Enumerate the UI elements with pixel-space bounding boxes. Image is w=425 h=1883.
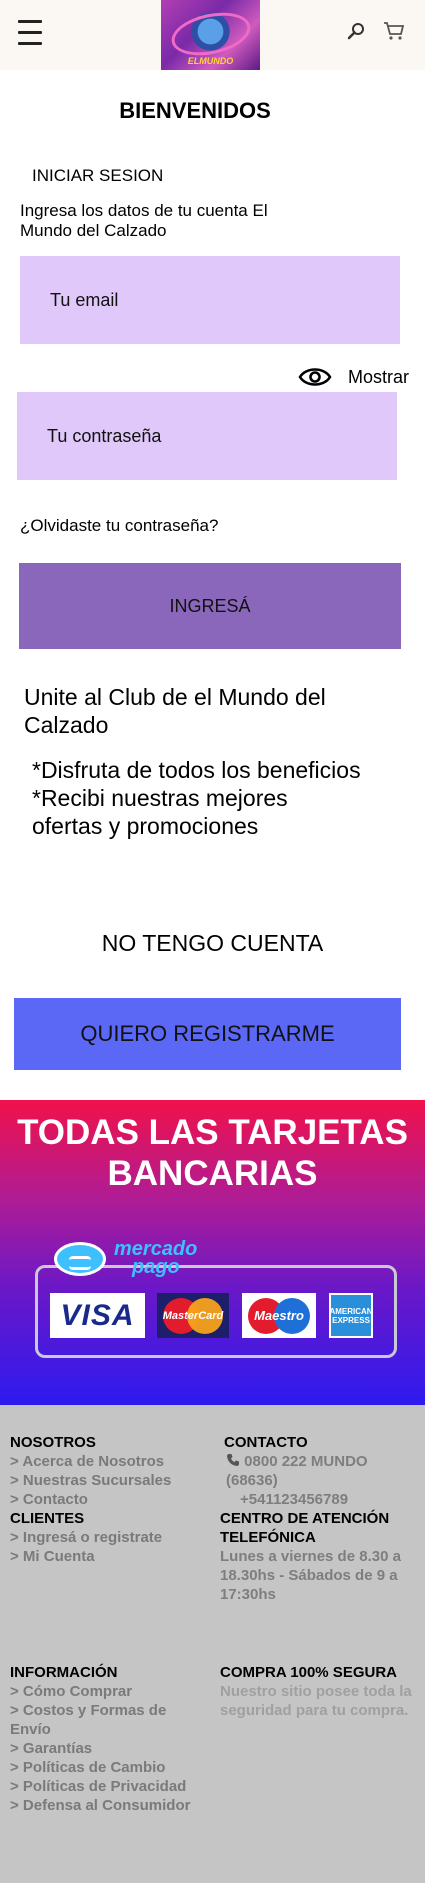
login-description: Ingresa los datos de tu cuenta El Mundo …	[20, 201, 268, 240]
footer-phone-number: 0800 222 MUNDO (68636)	[226, 1453, 368, 1489]
handshake-icon	[54, 1242, 106, 1276]
footer-heading-atencion: CENTRO DE ATENCIÓN TELEFÓNICA	[220, 1510, 390, 1546]
footer-heading-contacto: CONTACTO	[224, 1434, 308, 1451]
footer-link-ingresa[interactable]: > Ingresá o registrate	[10, 1528, 210, 1547]
maestro-text: Maestro	[254, 1308, 304, 1323]
register-button[interactable]: QUIERO REGISTRARME	[14, 998, 401, 1070]
footer-link-consumidor[interactable]: > Defensa al Consumidor	[10, 1796, 210, 1815]
footer-link-acerca[interactable]: > Acerca de Nosotros	[10, 1452, 210, 1471]
no-account-label: NO TENGO CUENTA	[101, 930, 324, 956]
top-bar: ELMUNDO	[0, 0, 425, 70]
footer-heading-compra: COMPRA 100% SEGURA	[220, 1664, 397, 1681]
club-benefits: *Disfruta de todos los beneficios *Recib…	[32, 756, 362, 840]
login-button[interactable]: INGRESÁ	[19, 563, 401, 649]
club-title: Unite al Club de el Mundo del Calzado	[24, 684, 326, 738]
footer-link-contacto[interactable]: > Contacto	[10, 1490, 210, 1509]
footer-phone[interactable]: 0800 222 MUNDO (68636)	[220, 1452, 415, 1490]
footer-link-garantias[interactable]: > Garantías	[10, 1739, 210, 1758]
footer-compra-segura: COMPRA 100% SEGURA Nuestro sitio posee t…	[220, 1663, 420, 1720]
benefit-item: *Disfruta de todos los beneficios	[32, 757, 361, 783]
footer-link-privacidad[interactable]: > Políticas de Privacidad	[10, 1777, 210, 1796]
payment-banner-title: TODAS LAS TARJETAS BANCARIAS	[17, 1113, 408, 1193]
footer-hours: Lunes a viernes de 8.30 a 18.30hs - Sába…	[220, 1548, 401, 1603]
footer-phone-2: +541123456789	[240, 1491, 349, 1508]
footer-heading-informacion: INFORMACIÓN	[10, 1664, 118, 1681]
mastercard-text: MasterCard	[162, 1309, 224, 1322]
search-icon[interactable]	[347, 22, 365, 40]
footer-link-envio[interactable]: > Costos y Formas de Envío	[10, 1701, 210, 1739]
email-placeholder: Tu email	[50, 289, 119, 310]
phone-icon	[227, 1454, 239, 1466]
page-title: BIENVENIDOS	[119, 98, 271, 123]
footer-compra-text: Nuestro sitio posee toda la seguridad pa…	[220, 1683, 412, 1719]
password-field[interactable]: Tu contraseña	[17, 392, 397, 480]
forgot-password-link[interactable]: ¿Olvidaste tu contraseña?	[20, 516, 218, 536]
payment-banner: TODAS LAS TARJETAS BANCARIAS mercado pag…	[0, 1100, 425, 1405]
menu-icon[interactable]	[18, 20, 42, 46]
footer-link-sucursales[interactable]: > Nuestras Sucursales	[10, 1471, 210, 1490]
password-placeholder: Tu contraseña	[47, 425, 162, 446]
amex-text-2: EXPRESS	[332, 1315, 370, 1325]
footer-heading-clientes: CLIENTES	[10, 1510, 85, 1527]
show-password-toggle[interactable]: Mostrar	[298, 363, 409, 391]
amex-text-1: AMERICAN	[329, 1306, 373, 1316]
email-field[interactable]: Tu email	[20, 256, 400, 344]
footer-contacto: CONTACTO 0800 222 MUNDO (68636) +5411234…	[220, 1433, 415, 1604]
footer-link-mi-cuenta[interactable]: > Mi Cuenta	[10, 1547, 210, 1566]
cart-icon[interactable]	[383, 21, 405, 41]
footer-link-cambio[interactable]: > Políticas de Cambio	[10, 1758, 210, 1777]
eye-icon	[298, 368, 332, 386]
logo-text: ELMUNDO	[187, 56, 234, 66]
benefit-item: *Recibi nuestras mejores ofertas y promo…	[32, 785, 288, 839]
footer-nosotros: NOSOTROS > Acerca de Nosotros > Nuestras…	[10, 1433, 210, 1566]
footer: NOSOTROS > Acerca de Nosotros > Nuestras…	[0, 1405, 425, 1883]
mercadopago-text-2: pago	[132, 1256, 180, 1278]
login-heading: INICIAR SESION	[32, 166, 164, 185]
footer-heading-nosotros: NOSOTROS	[10, 1434, 96, 1451]
brand-logo[interactable]: ELMUNDO	[161, 0, 260, 70]
show-password-label: Mostrar	[348, 366, 410, 387]
amex-logo: AMERICAN EXPRESS	[329, 1293, 373, 1338]
footer-link-como-comprar[interactable]: > Cómo Comprar	[10, 1682, 210, 1701]
mercadopago-logo: mercado pago	[52, 1239, 212, 1284]
maestro-logo: Maestro	[242, 1293, 316, 1338]
visa-logo: VISA	[50, 1293, 145, 1338]
footer-informacion: INFORMACIÓN > Cómo Comprar > Costos y Fo…	[10, 1663, 210, 1815]
mastercard-logo: MasterCard	[157, 1293, 229, 1338]
